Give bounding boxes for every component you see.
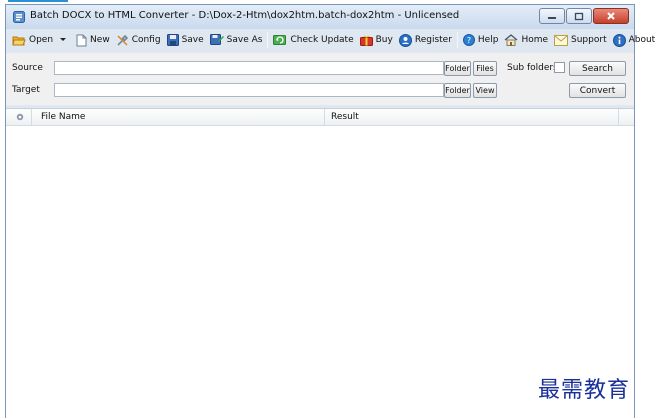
new-file-icon [76, 34, 87, 46]
taskbar-accent-strip [8, 0, 68, 2]
source-folder-button[interactable]: Folder [444, 61, 471, 76]
source-input[interactable] [54, 61, 444, 75]
gift-icon [359, 35, 373, 46]
watermark-text: 最需教育 [538, 378, 631, 403]
grid-header: File Name Result [6, 109, 634, 126]
column-separator [31, 109, 32, 125]
column-header-result[interactable]: Result [331, 112, 359, 122]
column-separator [618, 109, 619, 125]
maximize-button[interactable] [566, 8, 592, 24]
about-button[interactable]: About [610, 30, 659, 50]
minimize-icon [548, 17, 556, 19]
target-input[interactable] [54, 83, 444, 97]
config-label: Config [131, 35, 161, 45]
open-button[interactable]: Open [9, 30, 56, 50]
home-button[interactable]: Home [501, 30, 551, 50]
buy-label: Buy [375, 35, 393, 45]
subfolders-checkbox[interactable] [554, 62, 565, 73]
config-button[interactable]: Config [113, 30, 164, 50]
column-header-file-name[interactable]: File Name [41, 112, 85, 122]
search-button[interactable]: Search [569, 61, 626, 76]
window-controls [539, 8, 629, 24]
toolbar-divider [267, 32, 269, 48]
buy-button[interactable]: Buy [357, 30, 396, 50]
save-as-label: Save As [226, 35, 263, 45]
toolbar: Open New Config Save Save As Check Updat… [6, 29, 655, 51]
check-update-label: Check Update [290, 35, 354, 45]
view-button[interactable]: View [473, 83, 497, 98]
maximize-icon [574, 12, 584, 20]
floppy-disk-icon [166, 34, 179, 46]
new-button[interactable]: New [73, 30, 113, 50]
source-label: Source [12, 63, 43, 73]
about-label: About [628, 35, 656, 45]
save-as-icon [209, 34, 224, 45]
home-label: Home [521, 35, 549, 45]
target-label: Target [12, 85, 40, 95]
save-label: Save [181, 35, 204, 45]
app-icon [13, 11, 25, 23]
save-button[interactable]: Save [164, 30, 207, 50]
subfolders-label: Sub folders [507, 63, 558, 73]
register-button[interactable]: Register [396, 30, 455, 50]
window-title: Batch DOCX to HTML Converter - D:\Dox-2-… [30, 10, 460, 21]
support-button[interactable]: Support [551, 30, 610, 50]
chevron-down-icon [60, 38, 67, 41]
envelope-icon [554, 34, 569, 46]
new-label: New [90, 35, 110, 45]
folder-open-icon [12, 36, 26, 46]
check-update-button[interactable]: Check Update [270, 30, 356, 50]
tools-icon [117, 34, 128, 46]
target-folder-button[interactable]: Folder [444, 83, 471, 98]
paths-panel: Source Folder Files Sub folders Search T… [6, 53, 634, 105]
close-button[interactable] [593, 8, 629, 24]
close-icon [607, 12, 615, 20]
convert-button[interactable]: Convert [569, 83, 626, 98]
update-icon [273, 35, 287, 45]
column-separator [324, 109, 325, 125]
status-column-icon [16, 113, 24, 121]
help-icon: ? [462, 34, 475, 46]
help-button[interactable]: ? Help [460, 30, 502, 50]
toolbar-divider [456, 32, 458, 48]
title-bar[interactable]: Batch DOCX to HTML Converter - D:\Dox-2-… [6, 5, 634, 29]
support-label: Support [571, 35, 607, 45]
register-icon [398, 33, 412, 47]
open-label: Open [29, 35, 54, 45]
register-label: Register [414, 35, 452, 45]
info-icon [612, 33, 626, 47]
app-window: Batch DOCX to HTML Converter - D:\Dox-2-… [5, 4, 655, 420]
svg-text:?: ? [467, 36, 471, 45]
open-dropdown-button[interactable] [56, 30, 73, 50]
help-label: Help [477, 35, 499, 45]
source-files-button[interactable]: Files [473, 61, 497, 76]
save-as-button[interactable]: Save As [207, 30, 266, 50]
home-icon [504, 34, 518, 46]
minimize-button[interactable] [539, 8, 565, 24]
